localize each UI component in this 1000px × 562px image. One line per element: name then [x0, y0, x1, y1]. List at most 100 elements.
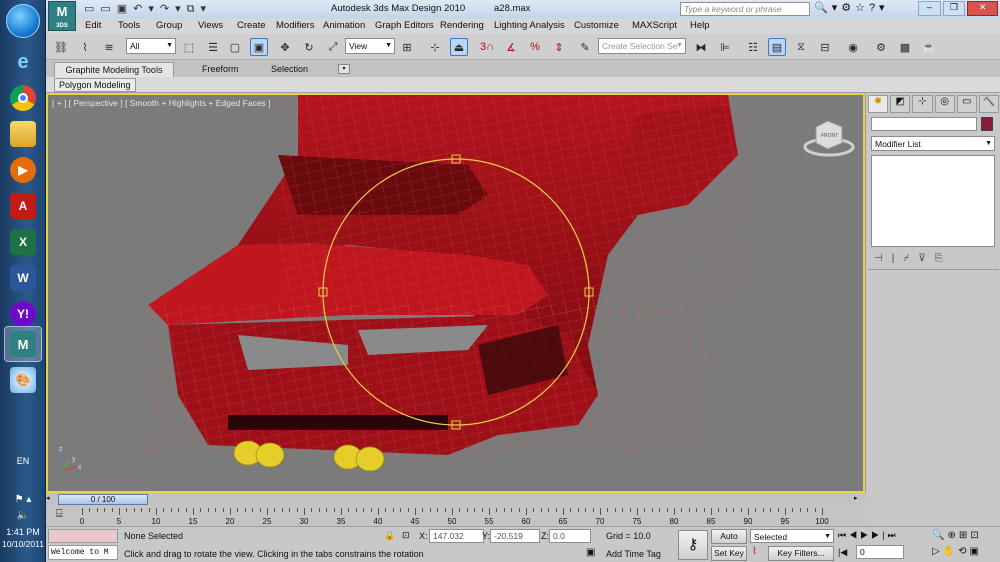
time-slider[interactable]: 0 / 100: [58, 494, 148, 505]
hierarchy-tab-icon[interactable]: ⊹: [912, 95, 933, 113]
percent-snap-icon[interactable]: %: [526, 38, 544, 56]
menu-edit[interactable]: Edit: [85, 20, 101, 31]
x-coord-field[interactable]: 147.032: [429, 529, 484, 543]
select-object-icon[interactable]: ⬚: [180, 38, 198, 56]
rotate-icon[interactable]: ↻: [300, 38, 318, 56]
chrome-taskbar-button[interactable]: [4, 80, 42, 116]
paint-taskbar-button[interactable]: 🎨: [4, 362, 42, 398]
playback-controls[interactable]: ⏮◀▶▶|⏭: [838, 530, 899, 541]
word-taskbar-button[interactable]: W: [4, 260, 42, 296]
menu-group[interactable]: Group: [156, 20, 182, 31]
mirror-icon[interactable]: ⧓: [692, 38, 710, 56]
stack-controls[interactable]: ⊣|⌿⊽⎘: [874, 253, 952, 264]
render-setup-icon[interactable]: ⚙: [872, 38, 890, 56]
key-mode-dropdown[interactable]: Selected ▼: [750, 529, 834, 543]
clock-time[interactable]: 1:41 PM: [0, 527, 46, 537]
snaps-toggle-icon[interactable]: 3 ∩: [478, 38, 496, 56]
prev-frame-icon[interactable]: ◂: [46, 494, 54, 505]
utilities-tab-icon[interactable]: 🔨: [978, 95, 1000, 113]
schematic-view-icon[interactable]: ⊟: [816, 38, 834, 56]
key-tangent-icon[interactable]: ⌇: [752, 546, 757, 557]
window-crossing-icon[interactable]: ▣: [250, 38, 268, 56]
edit-named-selections-icon[interactable]: ✎: [576, 38, 594, 56]
clock-date[interactable]: 10/10/2011: [0, 539, 46, 549]
tab-selection[interactable]: Selection: [271, 64, 308, 74]
3dsmax-taskbar-button[interactable]: M: [4, 326, 42, 362]
maxscript-mini-listener-pink[interactable]: [48, 529, 118, 543]
menu-graph-editors[interactable]: Graph Editors: [375, 20, 434, 31]
bind-spacewarp-icon[interactable]: ≋: [100, 38, 118, 56]
unlink-icon[interactable]: ⌇: [76, 38, 94, 56]
move-icon[interactable]: ✥: [276, 38, 294, 56]
tray-flag-icon[interactable]: ⚑ ▴: [0, 494, 46, 505]
selection-filter-dropdown[interactable]: All ▼: [126, 38, 176, 54]
menu-lighting-analysis[interactable]: Lighting Analysis: [494, 20, 565, 31]
tab-freeform[interactable]: Freeform: [202, 64, 239, 74]
modifier-list-dropdown[interactable]: Modifier List ▼: [871, 136, 995, 151]
menu-customize[interactable]: Customize: [574, 20, 619, 31]
modify-tab-icon[interactable]: ◩: [890, 95, 911, 113]
ie-taskbar-button[interactable]: e: [4, 44, 42, 80]
media-player-taskbar-button[interactable]: ▶: [4, 152, 42, 188]
application-button[interactable]: M 3DS: [48, 1, 76, 31]
lock-selection-icon[interactable]: 🔒: [384, 530, 395, 541]
keyboard-shortcut-override-icon[interactable]: ⏏: [450, 38, 468, 56]
rect-selection-icon[interactable]: ▢: [226, 38, 244, 56]
minimize-icon[interactable]: –: [918, 1, 941, 16]
mini-curve-editor-icon[interactable]: ⌸: [56, 508, 63, 521]
perspective-viewport[interactable]: [ + ] [ Perspective ] [ Smooth + Highlig…: [46, 93, 865, 493]
volume-icon[interactable]: 🔈: [0, 510, 46, 521]
reference-coordinate-dropdown[interactable]: View ▼: [345, 38, 395, 54]
track-ruler[interactable]: 0 5 10 15 20 25 30 35 40 45 50 55 60 65 70 75 80 85 90 95 10…: [80, 506, 829, 526]
tab-graphite-modeling-tools[interactable]: Graphite Modeling Tools: [54, 62, 174, 77]
next-frame-icon[interactable]: ▸: [854, 494, 858, 502]
infocenter-icons[interactable]: 🔍▾⚙☆?▾: [814, 1, 889, 14]
named-selection-sets-dropdown[interactable]: Create Selection Se ▼: [598, 38, 686, 54]
select-manipulate-icon[interactable]: ⊹: [426, 38, 444, 56]
material-editor-icon[interactable]: ◉: [844, 38, 862, 56]
menu-maxscript[interactable]: MAXScript: [632, 20, 677, 31]
modifier-stack[interactable]: [871, 155, 995, 247]
curve-editor-icon[interactable]: ⧖: [792, 38, 810, 56]
menu-help[interactable]: Help: [690, 20, 710, 31]
viewport-nav-row1[interactable]: 🔍⊕⊞⊡: [932, 530, 982, 541]
acrobat-taskbar-button[interactable]: A: [4, 188, 42, 224]
time-config-icon[interactable]: |◀: [838, 547, 847, 558]
ribbon-minimize-icon[interactable]: ▾: [338, 64, 350, 74]
menu-create[interactable]: Create: [237, 20, 266, 31]
set-key-big-button[interactable]: ⚷: [678, 530, 708, 560]
angle-snap-icon[interactable]: ∡: [502, 38, 520, 56]
object-name-field[interactable]: [871, 117, 977, 131]
transform-mode-icon[interactable]: ⊡: [402, 530, 410, 541]
rendered-frame-window-icon[interactable]: ▩: [896, 38, 914, 56]
start-button[interactable]: [6, 4, 40, 38]
infocenter-search[interactable]: Type a keyword or phrase: [680, 2, 810, 16]
layer-manager-icon[interactable]: ☷: [744, 38, 762, 56]
auto-key-button[interactable]: Auto Key: [711, 529, 747, 554]
set-key-button[interactable]: Set Key: [711, 546, 747, 561]
y-coord-field[interactable]: -20.519: [490, 529, 540, 543]
z-coord-field[interactable]: 0.0: [549, 529, 591, 543]
pivot-center-icon[interactable]: ⊞: [398, 38, 416, 56]
display-tab-icon[interactable]: ▭: [956, 95, 977, 113]
key-filters-button[interactable]: Key Filters...: [768, 546, 834, 561]
select-by-name-icon[interactable]: ☰: [204, 38, 222, 56]
polygon-modeling-panel[interactable]: Polygon Modeling: [54, 78, 136, 92]
track-bar[interactable]: ⌸ 0 5 10 15 20 25 30 35 40 45 50 55 60 65 70 75 80 85 90 95…: [46, 506, 865, 526]
scale-icon[interactable]: ⤢: [324, 38, 342, 56]
select-link-icon[interactable]: ⛓: [52, 38, 70, 56]
create-tab-icon[interactable]: ✸: [868, 95, 889, 113]
spinner-snap-icon[interactable]: ⇕: [550, 38, 568, 56]
graphite-toggle-icon[interactable]: ▤: [768, 38, 786, 56]
explorer-taskbar-button[interactable]: [4, 116, 42, 152]
motion-tab-icon[interactable]: ◎: [934, 95, 955, 113]
add-time-tag[interactable]: Add Time Tag: [606, 549, 661, 559]
menu-tools[interactable]: Tools: [118, 20, 140, 31]
menu-views[interactable]: Views: [198, 20, 223, 31]
maxscript-mini-listener[interactable]: Welcome to M: [48, 545, 118, 560]
viewport-nav-row2[interactable]: ▷✋⟲▣: [932, 546, 982, 557]
restore-icon[interactable]: ❐: [942, 1, 966, 16]
quick-access-toolbar[interactable]: ▭▭▣↶▾↷▾⧉▾: [84, 2, 212, 16]
close-icon[interactable]: ✕: [967, 1, 999, 16]
viewcube[interactable]: FRONT: [803, 120, 855, 157]
